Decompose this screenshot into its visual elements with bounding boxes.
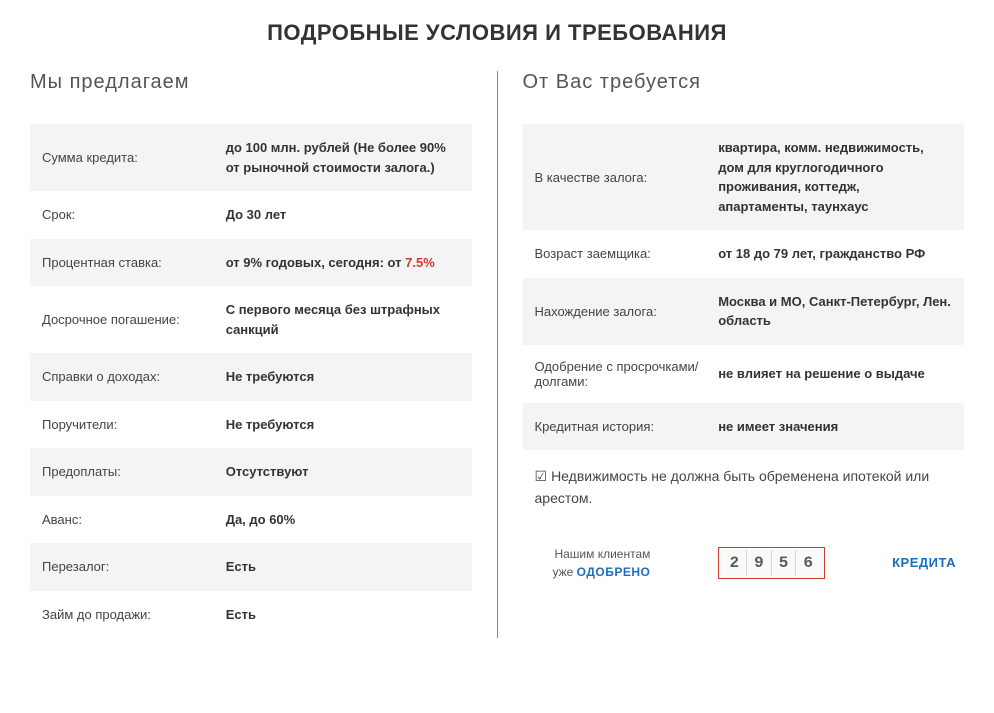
row-label: Предоплаты: <box>42 464 226 479</box>
row-prepay: Предоплаты: Отсутствуют <box>30 448 472 496</box>
rate-prefix: от 9% годовых, сегодня: от <box>226 255 405 270</box>
row-value: от 9% годовых, сегодня: от 7.5% <box>226 253 460 273</box>
right-rows: В качестве залога: квартира, комм. недви… <box>523 124 965 450</box>
row-label: Займ до продажи: <box>42 607 226 622</box>
row-age: Возраст заемщика: от 18 до 79 лет, гражд… <box>523 230 965 278</box>
row-label: Перезалог: <box>42 559 226 574</box>
row-term: Срок: До 30 лет <box>30 191 472 239</box>
row-loan-till-sale: Займ до продажи: Есть <box>30 591 472 639</box>
row-label: Срок: <box>42 207 226 222</box>
left-rows: Сумма кредита: до 100 млн. рублей (Не бо… <box>30 124 472 638</box>
row-approval: Одобрение с просрочками/долгами: не влия… <box>523 345 965 403</box>
row-value: от 18 до 79 лет, гражданство РФ <box>718 244 952 264</box>
left-heading: Мы предлагаем <box>30 71 472 94</box>
note-text: Недвижимость не должна быть обременена и… <box>535 468 930 506</box>
row-value: не имеет значения <box>718 417 952 437</box>
note: ☑Недвижимость не должна быть обременена … <box>523 450 965 520</box>
row-history: Кредитная история: не имеет значения <box>523 403 965 451</box>
rate-highlight: 7.5% <box>405 255 435 270</box>
row-label: Процентная ставка: <box>42 255 226 270</box>
row-label: Кредитная история: <box>535 419 719 434</box>
row-label: Одобрение с просрочками/долгами: <box>535 359 719 389</box>
row-rate: Процентная ставка: от 9% годовых, сегодн… <box>30 239 472 287</box>
counter-block: Нашим клиентам уже ОДОБРЕНО 2 9 5 6 КРЕД… <box>523 520 965 581</box>
row-advance: Аванс: Да, до 60% <box>30 496 472 544</box>
counter-box: 2 9 5 6 <box>718 547 825 579</box>
counter-digit: 9 <box>746 550 771 576</box>
row-location: Нахождение залога: Москва и МО, Санкт-Пе… <box>523 278 965 345</box>
left-column: Мы предлагаем Сумма кредита: до 100 млн.… <box>30 71 498 638</box>
row-value: Да, до 60% <box>226 510 460 530</box>
counter-approved: ОДОБРЕНО <box>577 565 651 579</box>
row-value: не влияет на решение о выдаче <box>718 364 952 384</box>
row-guarantors: Поручители: Не требуются <box>30 401 472 449</box>
right-column: От Вас требуется В качестве залога: квар… <box>498 71 965 638</box>
row-value: Есть <box>226 557 460 577</box>
row-value: Есть <box>226 605 460 625</box>
row-value: до 100 млн. рублей (Не более 90% от рыно… <box>226 138 460 177</box>
row-label: Справки о доходах: <box>42 369 226 384</box>
row-label: Аванс: <box>42 512 226 527</box>
row-value: Москва и МО, Санкт-Петербург, Лен. облас… <box>718 292 952 331</box>
row-label: Нахождение залога: <box>535 304 719 319</box>
row-value: квартира, комм. недвижимость, дом для кр… <box>718 138 952 216</box>
counter-line1: Нашим клиентам <box>554 547 650 561</box>
row-label: Сумма кредита: <box>42 150 226 165</box>
row-value: Не требуются <box>226 367 460 387</box>
row-recollateral: Перезалог: Есть <box>30 543 472 591</box>
row-label: Возраст заемщика: <box>535 246 719 261</box>
row-collateral: В качестве залога: квартира, комм. недви… <box>523 124 965 230</box>
row-value: С первого месяца без штрафных санкций <box>226 300 460 339</box>
counter-digit: 2 <box>723 550 747 576</box>
row-label: Поручители: <box>42 417 226 432</box>
row-amount: Сумма кредита: до 100 млн. рублей (Не бо… <box>30 124 472 191</box>
page-title: ПОДРОБНЫЕ УСЛОВИЯ И ТРЕБОВАНИЯ <box>30 20 964 46</box>
counter-digit: 5 <box>771 550 796 576</box>
counter-suffix: КРЕДИТА <box>892 555 956 570</box>
row-value: Отсутствуют <box>226 462 460 482</box>
checkbox-icon: ☑ <box>535 468 548 484</box>
row-early: Досрочное погашение: С первого месяца бе… <box>30 286 472 353</box>
row-label: В качестве залога: <box>535 170 719 185</box>
counter-line2: уже <box>553 565 577 579</box>
row-value: Не требуются <box>226 415 460 435</box>
row-label: Досрочное погашение: <box>42 312 226 327</box>
columns-wrapper: Мы предлагаем Сумма кредита: до 100 млн.… <box>30 71 964 638</box>
row-income: Справки о доходах: Не требуются <box>30 353 472 401</box>
counter-text: Нашим клиентам уже ОДОБРЕНО <box>553 545 651 581</box>
counter-digit: 6 <box>795 550 820 576</box>
row-value: До 30 лет <box>226 205 460 225</box>
right-heading: От Вас требуется <box>523 71 965 94</box>
